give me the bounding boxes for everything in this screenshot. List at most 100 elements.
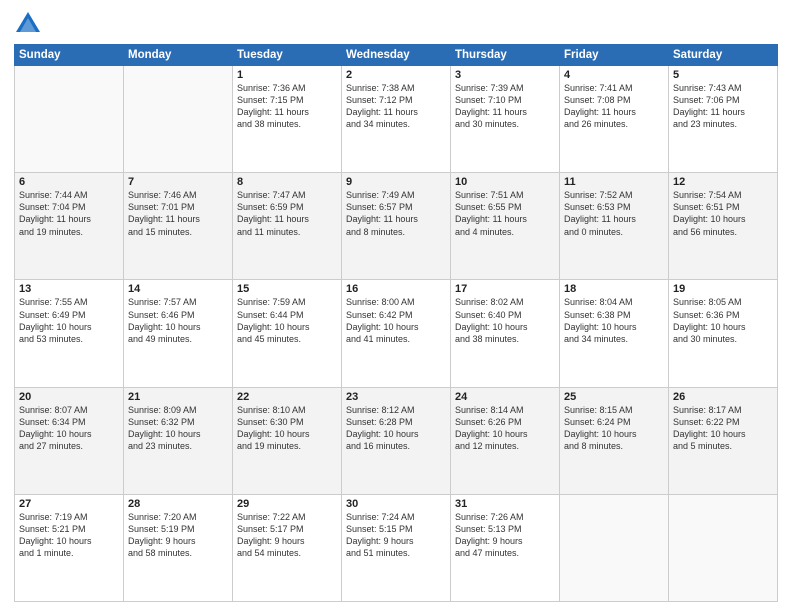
day-number: 1 — [237, 69, 337, 81]
day-number: 13 — [19, 283, 119, 295]
calendar-cell: 20Sunrise: 8:07 AM Sunset: 6:34 PM Dayli… — [15, 387, 124, 494]
calendar-cell: 8Sunrise: 7:47 AM Sunset: 6:59 PM Daylig… — [233, 173, 342, 280]
day-number: 23 — [346, 391, 446, 403]
day-detail: Sunrise: 8:00 AM Sunset: 6:42 PM Dayligh… — [346, 296, 446, 345]
calendar-cell: 6Sunrise: 7:44 AM Sunset: 7:04 PM Daylig… — [15, 173, 124, 280]
logo — [14, 10, 44, 38]
calendar-cell: 3Sunrise: 7:39 AM Sunset: 7:10 PM Daylig… — [451, 66, 560, 173]
day-number: 30 — [346, 498, 446, 510]
calendar-header-monday: Monday — [124, 45, 233, 66]
day-detail: Sunrise: 7:24 AM Sunset: 5:15 PM Dayligh… — [346, 511, 446, 560]
day-number: 29 — [237, 498, 337, 510]
calendar-header-tuesday: Tuesday — [233, 45, 342, 66]
calendar-cell: 29Sunrise: 7:22 AM Sunset: 5:17 PM Dayli… — [233, 494, 342, 601]
day-detail: Sunrise: 7:20 AM Sunset: 5:19 PM Dayligh… — [128, 511, 228, 560]
calendar-cell: 10Sunrise: 7:51 AM Sunset: 6:55 PM Dayli… — [451, 173, 560, 280]
calendar-cell: 14Sunrise: 7:57 AM Sunset: 6:46 PM Dayli… — [124, 280, 233, 387]
day-detail: Sunrise: 7:36 AM Sunset: 7:15 PM Dayligh… — [237, 82, 337, 131]
day-detail: Sunrise: 7:43 AM Sunset: 7:06 PM Dayligh… — [673, 82, 773, 131]
calendar-cell: 25Sunrise: 8:15 AM Sunset: 6:24 PM Dayli… — [560, 387, 669, 494]
day-detail: Sunrise: 8:17 AM Sunset: 6:22 PM Dayligh… — [673, 404, 773, 453]
day-detail: Sunrise: 7:52 AM Sunset: 6:53 PM Dayligh… — [564, 189, 664, 238]
day-number: 12 — [673, 176, 773, 188]
day-number: 7 — [128, 176, 228, 188]
day-detail: Sunrise: 7:57 AM Sunset: 6:46 PM Dayligh… — [128, 296, 228, 345]
day-detail: Sunrise: 8:09 AM Sunset: 6:32 PM Dayligh… — [128, 404, 228, 453]
day-detail: Sunrise: 7:59 AM Sunset: 6:44 PM Dayligh… — [237, 296, 337, 345]
day-number: 27 — [19, 498, 119, 510]
calendar-cell: 11Sunrise: 7:52 AM Sunset: 6:53 PM Dayli… — [560, 173, 669, 280]
day-number: 2 — [346, 69, 446, 81]
day-number: 10 — [455, 176, 555, 188]
calendar-cell: 23Sunrise: 8:12 AM Sunset: 6:28 PM Dayli… — [342, 387, 451, 494]
day-detail: Sunrise: 7:55 AM Sunset: 6:49 PM Dayligh… — [19, 296, 119, 345]
day-detail: Sunrise: 8:02 AM Sunset: 6:40 PM Dayligh… — [455, 296, 555, 345]
day-number: 14 — [128, 283, 228, 295]
day-number: 28 — [128, 498, 228, 510]
day-number: 9 — [346, 176, 446, 188]
day-number: 25 — [564, 391, 664, 403]
calendar-cell: 27Sunrise: 7:19 AM Sunset: 5:21 PM Dayli… — [15, 494, 124, 601]
day-detail: Sunrise: 8:10 AM Sunset: 6:30 PM Dayligh… — [237, 404, 337, 453]
calendar-cell: 30Sunrise: 7:24 AM Sunset: 5:15 PM Dayli… — [342, 494, 451, 601]
day-detail: Sunrise: 8:05 AM Sunset: 6:36 PM Dayligh… — [673, 296, 773, 345]
day-detail: Sunrise: 8:04 AM Sunset: 6:38 PM Dayligh… — [564, 296, 664, 345]
calendar-cell — [560, 494, 669, 601]
day-number: 8 — [237, 176, 337, 188]
calendar-week-row: 13Sunrise: 7:55 AM Sunset: 6:49 PM Dayli… — [15, 280, 778, 387]
calendar-week-row: 20Sunrise: 8:07 AM Sunset: 6:34 PM Dayli… — [15, 387, 778, 494]
calendar-header-sunday: Sunday — [15, 45, 124, 66]
day-detail: Sunrise: 7:19 AM Sunset: 5:21 PM Dayligh… — [19, 511, 119, 560]
calendar-cell: 7Sunrise: 7:46 AM Sunset: 7:01 PM Daylig… — [124, 173, 233, 280]
calendar-cell: 4Sunrise: 7:41 AM Sunset: 7:08 PM Daylig… — [560, 66, 669, 173]
calendar-header-thursday: Thursday — [451, 45, 560, 66]
logo-icon — [14, 10, 42, 38]
calendar-cell: 9Sunrise: 7:49 AM Sunset: 6:57 PM Daylig… — [342, 173, 451, 280]
calendar-cell: 2Sunrise: 7:38 AM Sunset: 7:12 PM Daylig… — [342, 66, 451, 173]
calendar-cell — [669, 494, 778, 601]
day-number: 26 — [673, 391, 773, 403]
calendar-header-row: SundayMondayTuesdayWednesdayThursdayFrid… — [15, 45, 778, 66]
day-number: 4 — [564, 69, 664, 81]
day-detail: Sunrise: 8:14 AM Sunset: 6:26 PM Dayligh… — [455, 404, 555, 453]
day-number: 21 — [128, 391, 228, 403]
day-detail: Sunrise: 8:12 AM Sunset: 6:28 PM Dayligh… — [346, 404, 446, 453]
calendar-cell: 13Sunrise: 7:55 AM Sunset: 6:49 PM Dayli… — [15, 280, 124, 387]
calendar-cell: 12Sunrise: 7:54 AM Sunset: 6:51 PM Dayli… — [669, 173, 778, 280]
day-number: 20 — [19, 391, 119, 403]
calendar-header-saturday: Saturday — [669, 45, 778, 66]
calendar-week-row: 6Sunrise: 7:44 AM Sunset: 7:04 PM Daylig… — [15, 173, 778, 280]
day-number: 17 — [455, 283, 555, 295]
calendar-week-row: 1Sunrise: 7:36 AM Sunset: 7:15 PM Daylig… — [15, 66, 778, 173]
calendar-cell: 18Sunrise: 8:04 AM Sunset: 6:38 PM Dayli… — [560, 280, 669, 387]
day-number: 16 — [346, 283, 446, 295]
calendar-cell — [15, 66, 124, 173]
day-detail: Sunrise: 7:41 AM Sunset: 7:08 PM Dayligh… — [564, 82, 664, 131]
header — [14, 10, 778, 38]
day-number: 5 — [673, 69, 773, 81]
day-number: 19 — [673, 283, 773, 295]
calendar-week-row: 27Sunrise: 7:19 AM Sunset: 5:21 PM Dayli… — [15, 494, 778, 601]
calendar-cell: 1Sunrise: 7:36 AM Sunset: 7:15 PM Daylig… — [233, 66, 342, 173]
day-detail: Sunrise: 8:15 AM Sunset: 6:24 PM Dayligh… — [564, 404, 664, 453]
day-detail: Sunrise: 7:54 AM Sunset: 6:51 PM Dayligh… — [673, 189, 773, 238]
day-detail: Sunrise: 7:51 AM Sunset: 6:55 PM Dayligh… — [455, 189, 555, 238]
day-detail: Sunrise: 7:22 AM Sunset: 5:17 PM Dayligh… — [237, 511, 337, 560]
calendar-table: SundayMondayTuesdayWednesdayThursdayFrid… — [14, 44, 778, 602]
day-detail: Sunrise: 7:47 AM Sunset: 6:59 PM Dayligh… — [237, 189, 337, 238]
day-detail: Sunrise: 7:46 AM Sunset: 7:01 PM Dayligh… — [128, 189, 228, 238]
calendar-cell: 22Sunrise: 8:10 AM Sunset: 6:30 PM Dayli… — [233, 387, 342, 494]
calendar-header-wednesday: Wednesday — [342, 45, 451, 66]
calendar-cell: 24Sunrise: 8:14 AM Sunset: 6:26 PM Dayli… — [451, 387, 560, 494]
calendar-header-friday: Friday — [560, 45, 669, 66]
calendar-cell: 19Sunrise: 8:05 AM Sunset: 6:36 PM Dayli… — [669, 280, 778, 387]
day-detail: Sunrise: 8:07 AM Sunset: 6:34 PM Dayligh… — [19, 404, 119, 453]
calendar-cell — [124, 66, 233, 173]
day-number: 6 — [19, 176, 119, 188]
calendar-cell: 5Sunrise: 7:43 AM Sunset: 7:06 PM Daylig… — [669, 66, 778, 173]
calendar-cell: 16Sunrise: 8:00 AM Sunset: 6:42 PM Dayli… — [342, 280, 451, 387]
day-number: 15 — [237, 283, 337, 295]
day-number: 18 — [564, 283, 664, 295]
day-detail: Sunrise: 7:44 AM Sunset: 7:04 PM Dayligh… — [19, 189, 119, 238]
day-number: 11 — [564, 176, 664, 188]
